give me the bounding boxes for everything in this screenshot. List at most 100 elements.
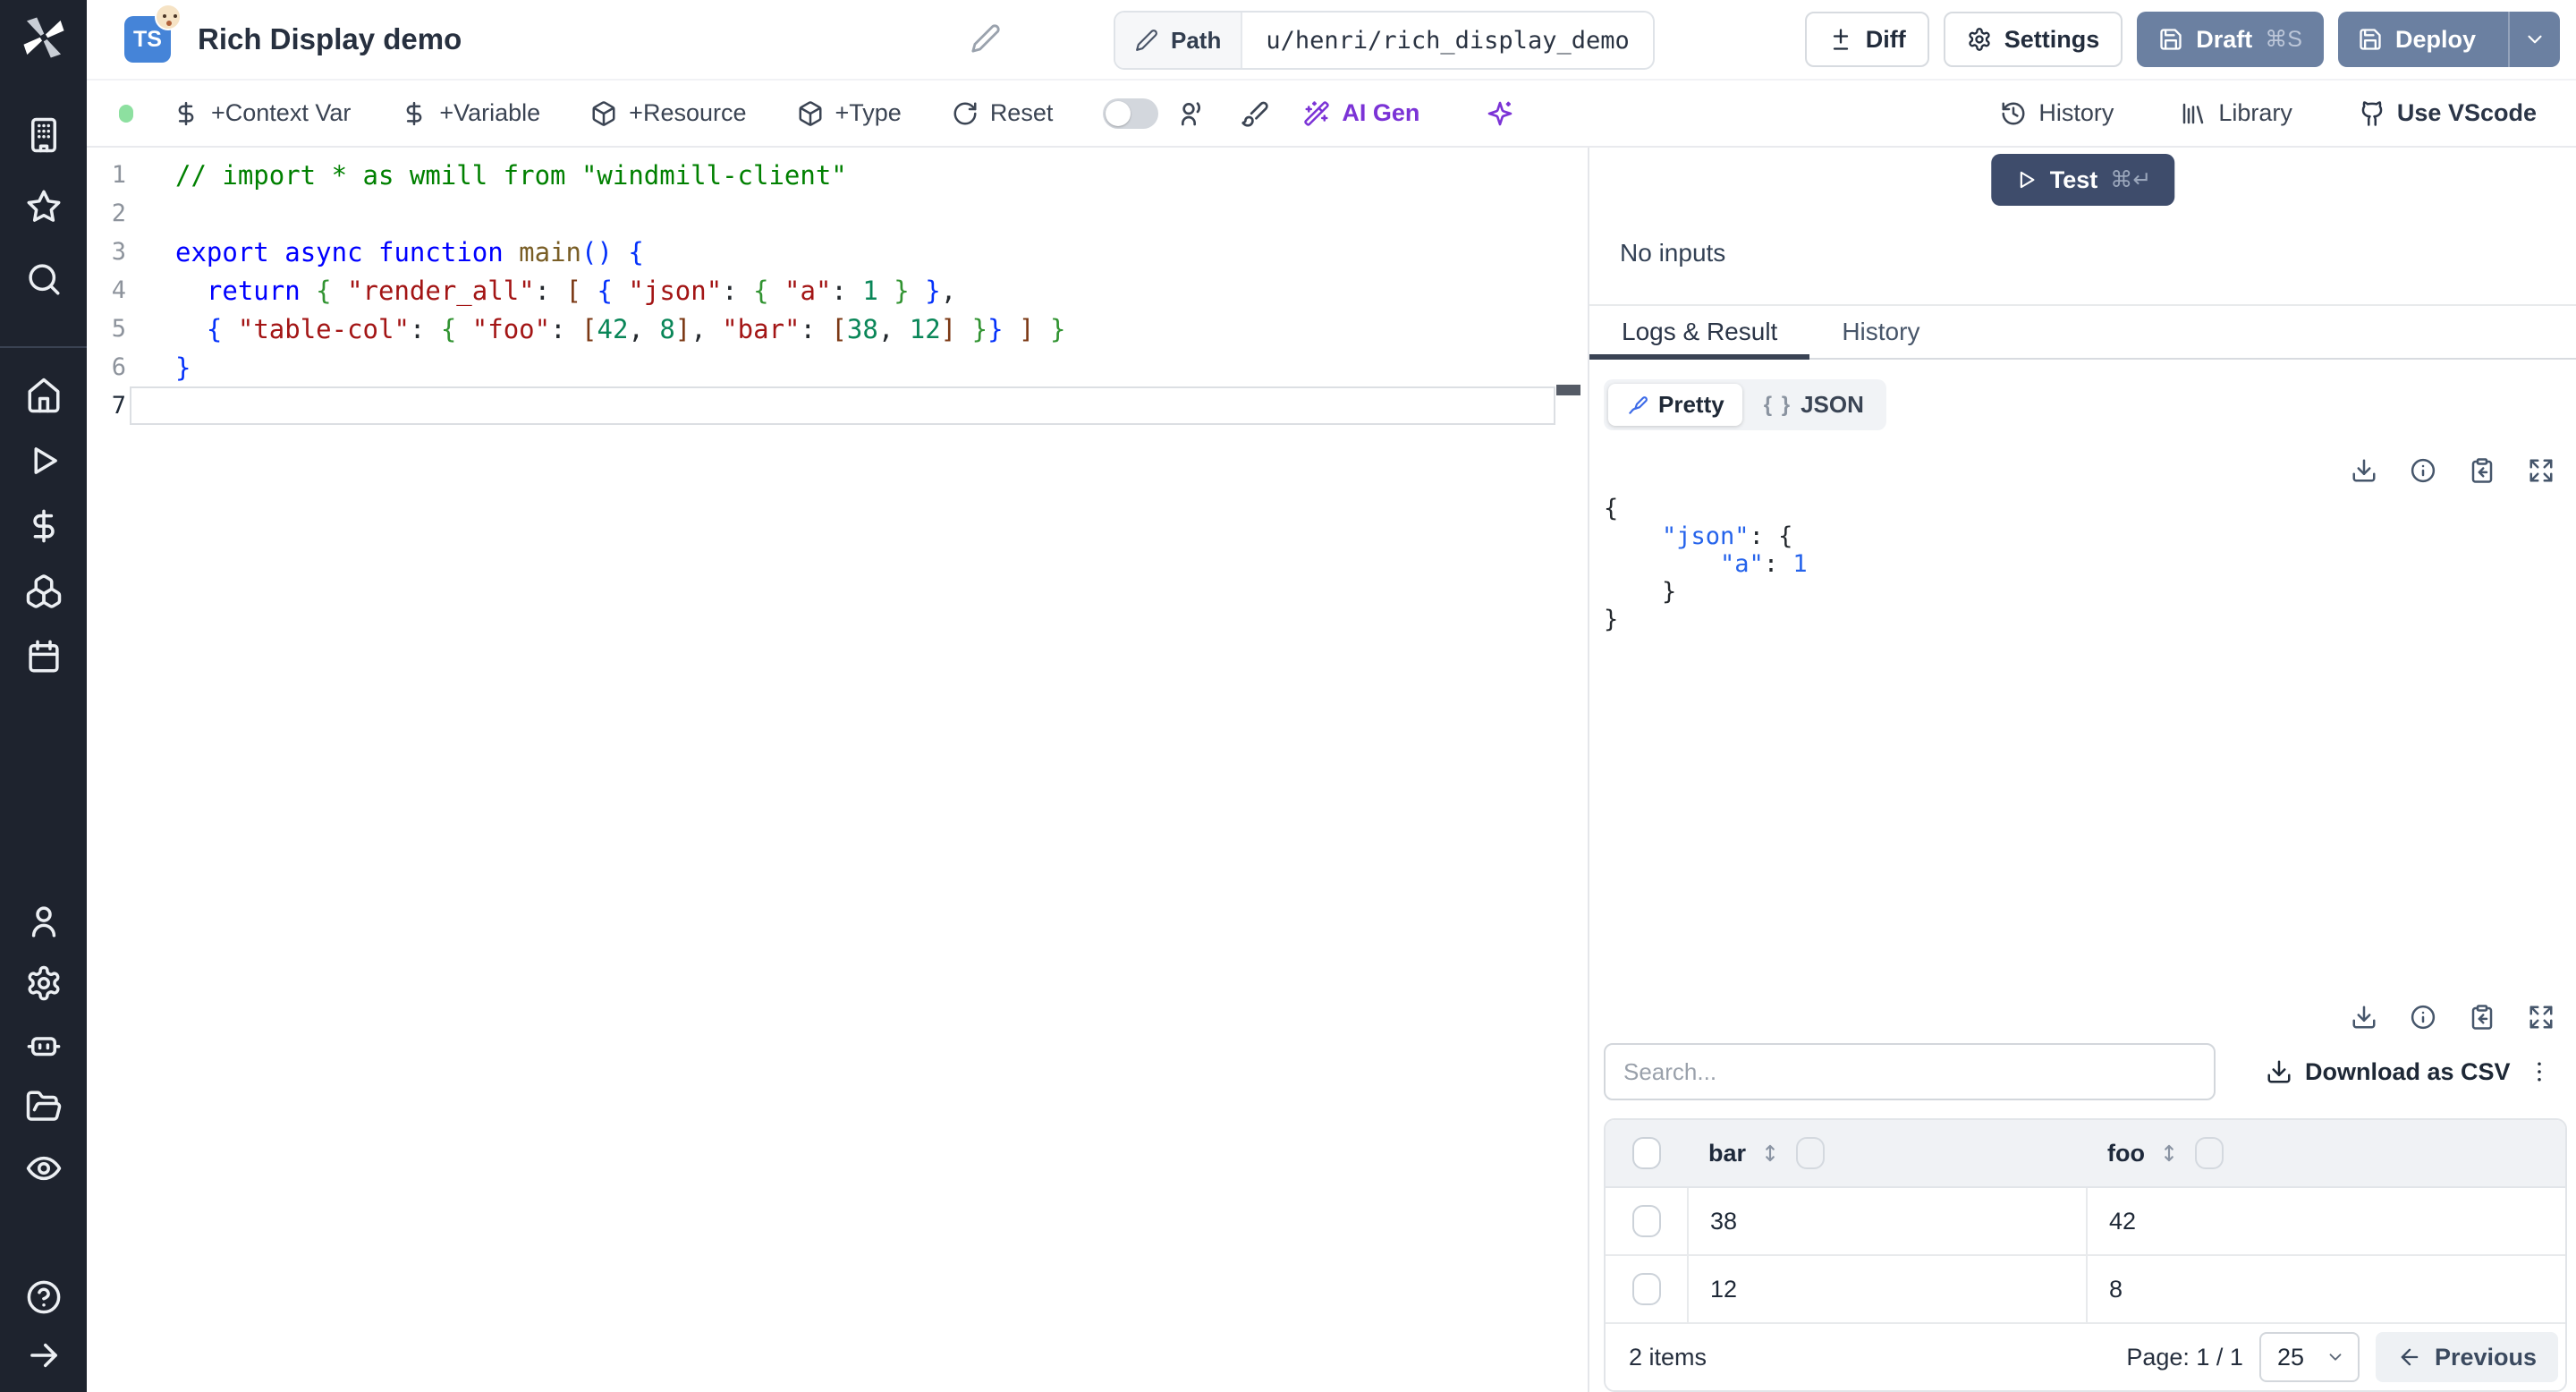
previous-page-button[interactable]: Previous <box>2375 1332 2558 1382</box>
box-icon <box>592 100 615 126</box>
editor-toolbar: +Context Var +Variable +Resource +Type R… <box>87 81 2576 148</box>
edit-title-pencil-icon[interactable] <box>970 23 1001 54</box>
workers-robot-icon[interactable] <box>25 1026 63 1064</box>
add-variable-button[interactable]: +Variable <box>401 99 540 127</box>
result-viewer: Pretty { } JSON { "json": { "a": 1 } } S… <box>1589 360 2576 1392</box>
clipboard-copy-icon[interactable] <box>2469 457 2496 484</box>
no-inputs-label: No inputs <box>1620 239 1726 267</box>
run-header: Test ⌘↵ No inputs <box>1589 148 2576 304</box>
clipboard-copy-icon[interactable] <box>2469 1004 2496 1031</box>
workspace: 1 // import * as wmill from "windmill-cli… <box>87 148 2576 1392</box>
column-header-foo: foo <box>2086 1120 2565 1186</box>
right-panel: Test ⌘↵ No inputs Logs & Result History … <box>1588 148 2576 1392</box>
home-icon[interactable] <box>25 377 63 414</box>
select-all-checkbox[interactable] <box>1631 1137 1661 1169</box>
expand-sidebar-arrow-icon[interactable] <box>25 1337 63 1374</box>
diff-button[interactable]: Diff <box>1804 12 1929 67</box>
code-line[interactable]: 6} <box>87 348 1588 386</box>
collab-users-icon[interactable] <box>1178 99 1207 128</box>
table-footer: 2 items Page: 1 / 1 25 Previous <box>1606 1324 2565 1390</box>
top-header: TS Rich Display demo Path u/henri/rich_d… <box>87 0 2576 81</box>
favorites-star-icon[interactable] <box>25 188 63 225</box>
code-line[interactable]: 7 <box>87 386 1588 425</box>
code-line[interactable]: 2 <box>87 194 1588 233</box>
sort-arrows-icon[interactable] <box>2157 1142 2181 1165</box>
sparkles-icon[interactable] <box>1486 99 1514 128</box>
deploy-button[interactable]: Deploy <box>2337 12 2560 67</box>
download-icon[interactable] <box>2351 457 2377 484</box>
path-label[interactable]: Path <box>1115 13 1243 68</box>
add-resource-button[interactable]: +Resource <box>590 99 747 127</box>
github-icon <box>2361 100 2383 126</box>
test-button[interactable]: Test ⌘↵ <box>1990 154 2175 206</box>
code-editor[interactable]: 1 // import * as wmill from "windmill-cli… <box>87 148 1588 1392</box>
page-size-select[interactable]: 25 <box>2258 1332 2360 1382</box>
table-row[interactable]: 12 8 <box>1606 1256 2565 1324</box>
help-icon[interactable] <box>25 1278 63 1316</box>
sort-arrows-icon[interactable] <box>1758 1142 1782 1165</box>
folders-icon[interactable] <box>25 1088 63 1125</box>
windmill-logo[interactable] <box>21 14 67 61</box>
reset-button[interactable]: Reset <box>952 99 1053 127</box>
format-brush-icon[interactable] <box>1241 99 1269 128</box>
result-json: { "json": { "a": 1 } } <box>1604 495 1808 633</box>
ai-gen-button[interactable]: AI Gen <box>1303 99 1419 127</box>
info-icon[interactable] <box>2410 1004 2436 1031</box>
use-vscode-button[interactable]: Use VScode <box>2359 99 2537 127</box>
braces-icon: { } <box>1763 392 1792 417</box>
path-value[interactable]: u/henri/rich_display_demo <box>1242 13 1652 68</box>
audit-eye-icon[interactable] <box>25 1150 63 1187</box>
tab-history[interactable]: History <box>1809 306 1952 358</box>
resources-boxes-icon[interactable] <box>25 573 63 610</box>
add-context-var-button[interactable]: +Context Var <box>173 99 351 127</box>
pretty-toggle[interactable]: Pretty <box>1608 384 1742 426</box>
column-label[interactable]: bar <box>1708 1140 1746 1167</box>
chevron-down-icon <box>2329 1354 2342 1361</box>
code-line[interactable]: 4 return { "render_all": [ { "json": { "… <box>87 271 1588 310</box>
search-input[interactable] <box>1604 1043 2216 1100</box>
download-icon[interactable] <box>2351 1004 2377 1031</box>
collab-toggle[interactable] <box>1103 98 1159 129</box>
workspace-building-icon[interactable] <box>25 116 63 154</box>
code-line[interactable]: 3 export async function main() { <box>87 233 1588 271</box>
expand-icon[interactable] <box>2528 457 2555 484</box>
library-icon <box>2183 103 2204 123</box>
line-number: 4 <box>111 276 126 304</box>
info-icon[interactable] <box>2410 457 2436 484</box>
row-checkbox[interactable] <box>1631 1273 1661 1305</box>
column-header-bar: bar <box>1687 1120 2086 1186</box>
sidebar-nav <box>0 61 87 1374</box>
user-icon[interactable] <box>25 903 63 940</box>
variables-dollar-icon[interactable] <box>25 507 63 545</box>
code-line[interactable]: 5 { "table-col": { "foo": [42, 8], "bar"… <box>87 310 1588 348</box>
tab-logs-result[interactable]: Logs & Result <box>1589 306 1810 360</box>
line-number: 6 <box>111 353 126 381</box>
expand-icon[interactable] <box>2528 1004 2555 1031</box>
result-table: bar foo 38 42 12 8 2 items Page: 1 / 1 25 <box>1604 1118 2567 1392</box>
line-number: 3 <box>111 238 126 266</box>
deploy-dropdown[interactable] <box>2508 12 2560 67</box>
download-csv-button[interactable]: Download as CSV <box>2266 1058 2511 1086</box>
add-type-button[interactable]: +Type <box>797 99 902 127</box>
runs-play-icon[interactable] <box>25 442 63 480</box>
table-row[interactable]: 38 42 <box>1606 1188 2565 1256</box>
path-control[interactable]: Path u/henri/rich_display_demo <box>1114 11 1655 70</box>
code-text: } <box>175 352 191 383</box>
settings-button[interactable]: Settings <box>1943 12 2123 67</box>
column-label[interactable]: foo <box>2107 1140 2145 1167</box>
row-checkbox[interactable] <box>1631 1205 1661 1237</box>
schedules-calendar-icon[interactable] <box>25 638 63 675</box>
search-icon[interactable] <box>25 260 63 298</box>
history-button[interactable]: History <box>2000 99 2114 127</box>
library-button[interactable]: Library <box>2180 99 2292 127</box>
column-pin-toggle[interactable] <box>2194 1137 2224 1169</box>
code-line[interactable]: 1 // import * as wmill from "windmill-cli… <box>87 156 1588 194</box>
result-tabs: Logs & Result History <box>1589 304 2576 360</box>
settings-gear-icon[interactable] <box>25 964 63 1002</box>
draft-button[interactable]: Draft ⌘S <box>2137 12 2324 67</box>
column-pin-toggle[interactable] <box>1796 1137 1826 1169</box>
json-toggle[interactable]: { } JSON <box>1746 384 1882 426</box>
kebab-menu-icon[interactable] <box>2526 1058 2553 1085</box>
diff-icon <box>1833 29 1848 50</box>
